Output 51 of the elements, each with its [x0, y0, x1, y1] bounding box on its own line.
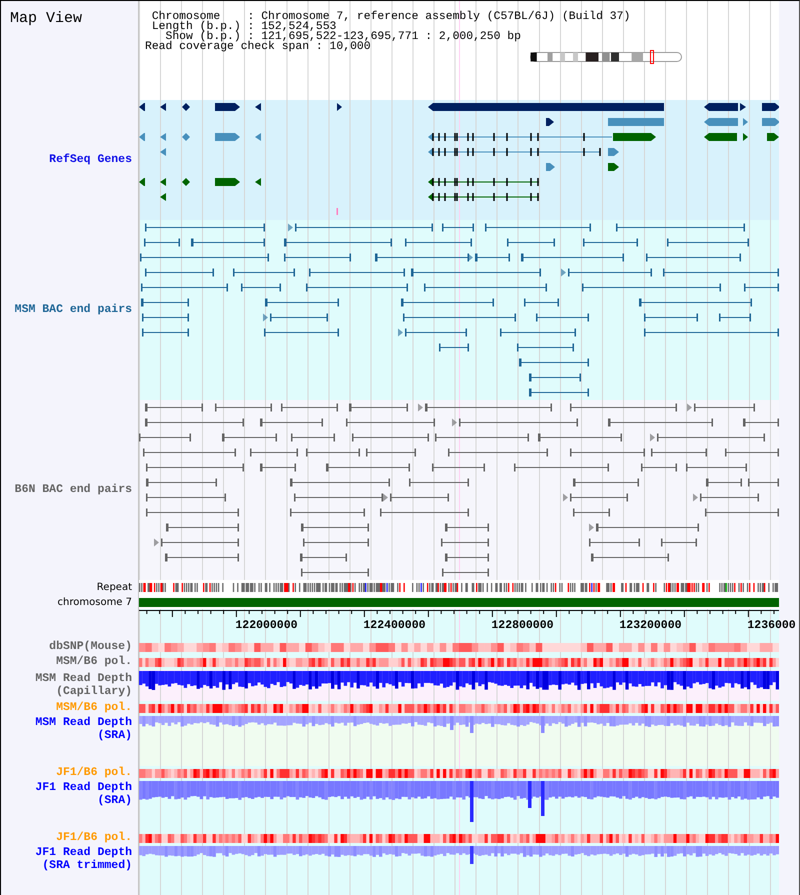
ruler-tick-label: 1236000: [747, 619, 796, 632]
gene-feature: [215, 178, 240, 186]
track-label: dbSNP(Mouse): [49, 641, 132, 654]
track-label: JF1 Read Depth (SRA trimmed): [35, 847, 132, 872]
assembly-info-line: Chromosome : Chromosome 7, reference assembly (C57BL/6J) (Build 37): [152, 12, 630, 22]
gene-feature: [608, 118, 664, 126]
track-label: chromosome 7: [58, 596, 132, 608]
assembly-info-line: Length (b.p.) : 152,524,553: [152, 22, 336, 32]
track-label: B6N BAC end pairs: [14, 484, 132, 496]
gene-feature: [182, 178, 190, 186]
ruler-tick-label: 123200000: [619, 619, 682, 632]
gene-feature: [139, 178, 145, 186]
gene-feature: [182, 133, 190, 141]
ruler-tick-label: 122000000: [235, 619, 298, 632]
gene-feature: [255, 103, 261, 111]
gene-feature: [215, 103, 240, 111]
track-label: MSM/B6 pol.: [56, 656, 132, 669]
gene-feature: [608, 148, 619, 156]
track-label: MSM/B6 pol.: [56, 702, 132, 715]
gene-feature: [546, 163, 555, 171]
gene-feature: [160, 103, 166, 111]
gene-feature: [255, 178, 261, 186]
track-label: RefSeq Genes: [49, 154, 132, 166]
assembly-info-line: Read coverage check span : 10,000: [145, 42, 371, 52]
gene-feature: [255, 133, 261, 141]
gene-feature: [704, 118, 738, 126]
gene-feature: [762, 103, 779, 111]
track-label: MSM Read Depth (SRA): [35, 717, 132, 742]
ruler-tick-label: 122400000: [363, 619, 426, 632]
gene-feature: [767, 133, 779, 141]
assembly-info-line: Show (b.p.) : 121,695,522-123,695,771 : 2,000,250 bp: [166, 32, 521, 42]
gene-feature: [704, 103, 738, 111]
gene-feature: [704, 133, 737, 141]
gene-feature: [139, 103, 145, 111]
track-label: JF1/B6 pol.: [56, 767, 132, 780]
track-label: JF1/B6 pol.: [56, 832, 132, 845]
track-label: JF1 Read Depth (SRA): [35, 782, 132, 807]
gene-feature: [182, 103, 190, 111]
gene-feature: [608, 163, 619, 171]
position-marker: [650, 50, 654, 64]
page-title: Map View: [10, 11, 82, 27]
track-label: MSM Read Depth (Capillary): [35, 673, 132, 698]
gene-feature: [546, 118, 554, 126]
gene-feature: [139, 133, 145, 141]
gene-feature: [215, 133, 240, 141]
gene-feature: [762, 118, 779, 126]
ruler-tick-label: 122800000: [491, 619, 554, 632]
gene-feature: [337, 103, 342, 111]
track-label: MSM BAC end pairs: [14, 304, 132, 316]
track-label: Repeat: [96, 582, 132, 594]
position-tick: [336, 208, 338, 215]
